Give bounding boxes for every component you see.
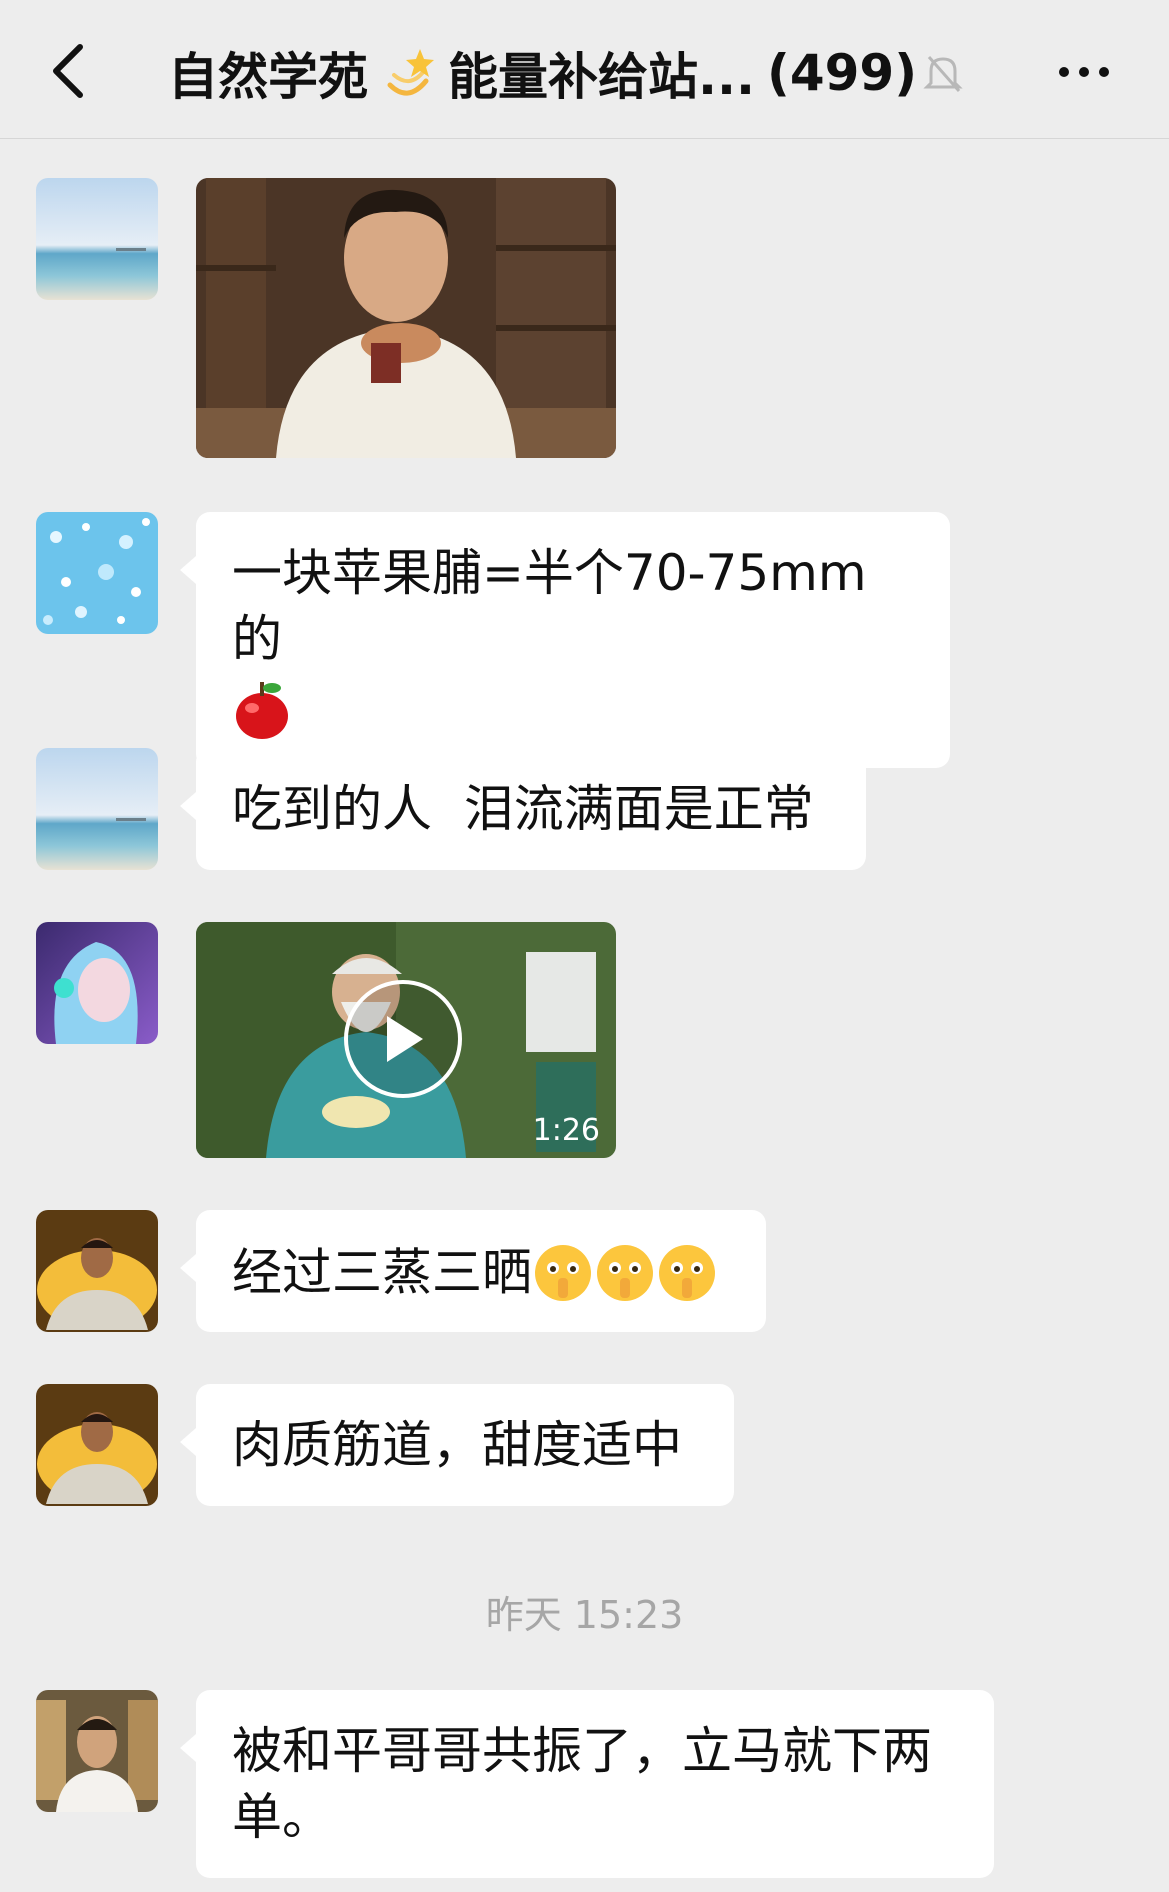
text-message-bubble[interactable]: 一块苹果脯=半个70-75mm的 [180,512,950,768]
message-text: 肉质筋道，甜度适中 [232,1416,682,1474]
man-bookshelf-avatar[interactable] [36,1690,158,1812]
member-count: (499) [766,44,918,102]
message-text: 一块苹果脯=半个70-75mm的 [232,544,867,668]
bell-muted-icon [923,56,963,92]
message-text: 经过三蒸三晒 [232,1243,532,1302]
shushing-face-icon [535,1244,591,1301]
video-duration: 1:26 [532,1113,600,1148]
dizzy-star-icon [387,49,434,96]
play-button[interactable] [344,980,462,1098]
back-chevron-icon [53,44,83,98]
shushing-face-icon [597,1244,653,1301]
red-apple-icon [236,681,288,739]
back-button[interactable] [38,36,98,106]
anime-girl-avatar[interactable] [36,922,158,1044]
text-message-bubble[interactable]: 经过三蒸三晒 [180,1210,766,1332]
beach-avatar[interactable] [36,178,158,300]
text-message-bubble[interactable]: 肉质筋道，甜度适中 [180,1384,734,1506]
sparkle-avatar[interactable] [36,512,158,634]
play-icon [387,1016,423,1062]
title-group-name: 自然学苑 [168,48,368,106]
more-options-button[interactable] [1039,42,1129,102]
title-group-subname: 能量补给站... [448,48,755,106]
message-text: 被和平哥哥共振了，立马就下两单。 [232,1722,932,1846]
more-dot-icon [1059,67,1069,77]
more-dot-icon [1099,67,1109,77]
chat-timestamp: 昨天 15:23 [485,1593,684,1637]
winged-man-avatar[interactable] [36,1384,158,1506]
video-message[interactable]: 1:26 [196,922,616,1158]
text-message-bubble[interactable]: 被和平哥哥共振了，立马就下两单。 [180,1690,994,1878]
chat-header: 自然学苑 能量补给站... (499) [0,0,1169,139]
text-message-bubble[interactable]: 吃到的人 泪流满面是正常 [180,748,866,870]
more-dot-icon [1079,67,1089,77]
winged-man-avatar[interactable] [36,1210,158,1332]
chat-title: 自然学苑 能量补给站... (499) [168,38,963,108]
shushing-face-icon [659,1244,715,1301]
message-text: 吃到的人 泪流满面是正常 [232,780,814,838]
beach-avatar[interactable] [36,748,158,870]
image-message[interactable] [196,178,616,458]
